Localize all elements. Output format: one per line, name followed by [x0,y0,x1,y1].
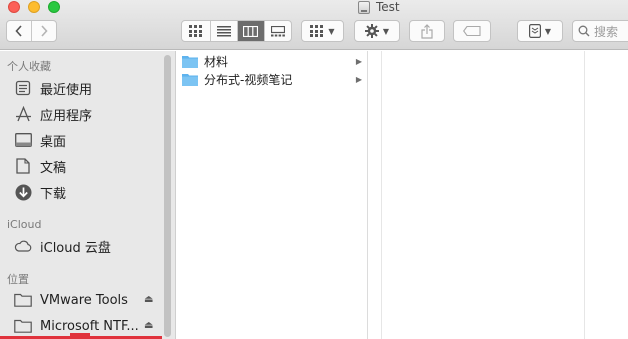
sidebar-item-downloads[interactable]: 下载 [14,182,66,202]
action-button[interactable]: ▼ [354,20,400,42]
recents-icon [14,79,32,97]
sidebar-item-recents[interactable]: 最近使用 [14,78,92,98]
downloads-icon [14,183,32,201]
sidebar-item-label: iCloud 云盘 [40,240,111,256]
minimize-window-button[interactable] [28,1,40,13]
finder-window: Test ▼ ▼ ▼ 搜索 个人收藏 最近使用 应用程序 桌面 文稿 下载 iC… [0,0,628,339]
cloud-icon [14,237,32,255]
chevron-down-icon: ▼ [382,26,390,36]
sidebar-item-icloud-drive[interactable]: iCloud 云盘 [14,236,111,256]
gallery-icon [270,25,285,36]
favorites-header: 个人收藏 [7,60,51,73]
sidebar-item-applications[interactable]: 应用程序 [14,104,92,124]
list-icon [216,25,231,36]
sidebar-item-label: Microsoft NTF... [40,318,139,334]
sidebar-item-label: 文稿 [40,160,67,176]
chevron-down-icon: ▼ [544,26,552,36]
folder-name: 分布式-视频笔记 [204,72,293,87]
chevron-down-icon: ▼ [328,26,335,36]
folder-icon [182,55,198,68]
window-title-text: Test [376,0,400,14]
disclosure-triangle-icon: ▶ [355,56,362,66]
sidebar-item-documents[interactable]: 文稿 [14,156,66,176]
sidebar-item-label: 应用程序 [40,108,93,124]
icon-view-button[interactable] [183,21,210,41]
arrange-button[interactable]: ▼ [301,20,344,42]
grid-icon [189,25,202,37]
share-button[interactable] [409,20,445,42]
sidebar-item-label: VMware Tools [40,292,128,308]
group-icon [310,25,324,37]
column-view-button[interactable] [236,21,264,41]
zoom-window-button[interactable] [48,1,60,13]
gallery-view-button[interactable] [263,21,291,41]
columns-icon [243,25,258,37]
sidebar-item-desktop[interactable]: 桌面 [14,130,66,150]
chevron-right-icon [41,25,48,37]
search-field[interactable]: 搜索 [572,20,628,42]
forward-button[interactable] [31,21,56,41]
sidebar-item-label: 最近使用 [40,82,93,98]
view-mode-group [181,20,292,42]
tags-button[interactable] [453,20,491,42]
window-title: Test [358,0,400,14]
list-item[interactable]: 材料 ▶ [182,52,364,70]
chevron-left-icon [15,25,22,37]
close-window-button[interactable] [8,1,20,13]
documents-icon [14,157,32,175]
share-icon [421,23,433,39]
folder-name: 材料 [204,54,229,69]
tag-icon [463,26,481,36]
drive-folder-icon [14,291,32,309]
drive-folder-icon [14,317,32,335]
search-icon [578,25,590,37]
browser-column-2 [369,51,382,339]
disclosure-triangle-icon: ▶ [355,74,362,84]
list-view-button[interactable] [209,21,237,41]
back-button[interactable] [7,21,31,41]
eject-icon[interactable]: ⏏ [144,294,153,305]
icloud-header: iCloud [7,218,42,231]
eject-icon[interactable]: ⏏ [144,320,153,331]
dropbox-icon [528,24,541,38]
list-item[interactable]: 分布式-视频笔记 ▶ [182,70,364,88]
applications-icon [14,105,32,123]
dropbox-button[interactable]: ▼ [517,20,563,42]
sidebar: 个人收藏 最近使用 应用程序 桌面 文稿 下载 iCloud iCloud 云盘… [0,51,176,339]
toolbar: Test ▼ ▼ ▼ 搜索 [0,0,628,50]
sidebar-scrollbar[interactable] [164,55,171,337]
folder-icon [182,73,198,86]
gear-icon [364,24,379,38]
search-placeholder: 搜索 [594,24,619,39]
desktop-icon [14,131,32,149]
drive-icon [358,0,370,14]
locations-header: 位置 [7,273,29,286]
browser-column-3 [383,51,585,339]
sidebar-item-vmware-tools[interactable]: VMware Tools [14,290,128,310]
browser-column-1: 材料 ▶ 分布式-视频笔记 ▶ [177,51,368,339]
browser-column-4 [586,51,628,339]
navigation-buttons [6,20,57,42]
sidebar-item-label: 桌面 [40,134,67,150]
sidebar-item-label: 下载 [40,186,67,202]
